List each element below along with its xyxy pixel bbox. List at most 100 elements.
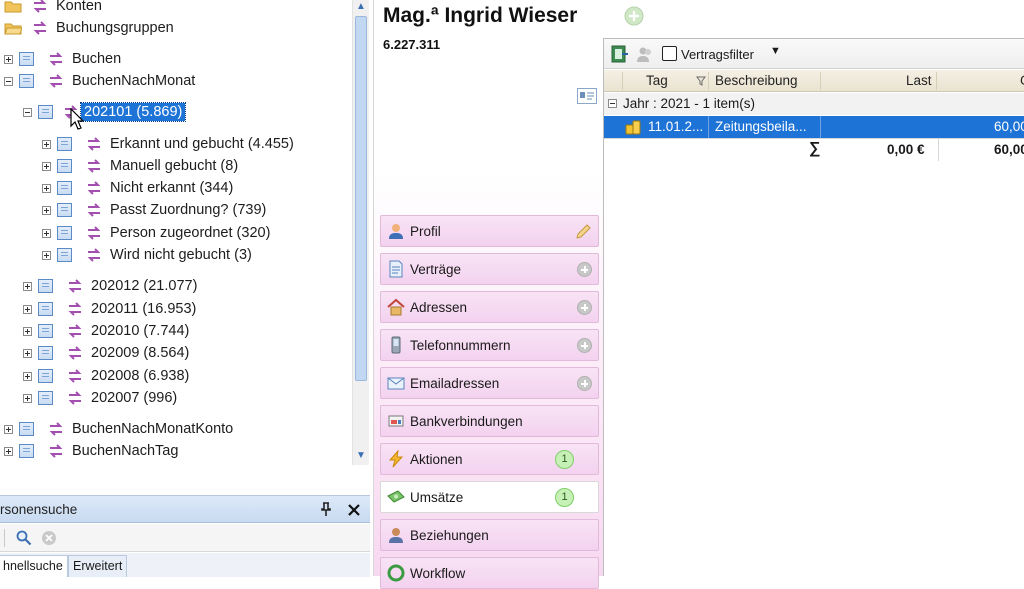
arrows-icon [33, 0, 47, 13]
close-icon[interactable] [347, 503, 361, 517]
nav-vertraege[interactable]: Verträge [380, 253, 599, 285]
tree-item-manuell-gebucht[interactable]: Manuell gebucht (8) [42, 155, 238, 177]
nav-emailadressen[interactable]: Emailadressen [380, 367, 599, 399]
expand-icon[interactable] [42, 183, 51, 193]
column-separator [622, 72, 623, 90]
tree-label: Buchungsgruppen [56, 20, 174, 36]
tab-schnellsuche[interactable]: hnellsuche [0, 555, 68, 577]
sum-other: 60,00 [994, 142, 1024, 157]
expand-icon[interactable] [23, 304, 32, 314]
clear-icon[interactable] [41, 530, 57, 546]
nav-beziehungen[interactable]: Beziehungen [380, 519, 599, 551]
tree-item-buchen-nach-monat-konto[interactable]: BuchenNachMonatKonto [4, 418, 233, 440]
filter-icon[interactable] [696, 76, 706, 86]
tree-item-person-zugeordnet[interactable]: Person zugeordnet (320) [42, 222, 270, 244]
export-icon[interactable] [611, 45, 629, 63]
expand-icon[interactable] [23, 348, 32, 358]
tree-item-buchen-nach-monat[interactable]: BuchenNachMonat [4, 70, 195, 92]
tab-erweitert[interactable]: Erweitert [68, 555, 128, 577]
table-row[interactable]: 11.01.2... Zeitungsbeila... 60,00 [604, 116, 1024, 138]
nav-umsaetze[interactable]: Umsätze 1 [380, 481, 599, 513]
nav-bankverbindungen[interactable]: Bankverbindungen [380, 405, 599, 437]
tree-item-buchungsgruppen[interactable]: Buchungsgruppen [4, 17, 174, 39]
expand-icon[interactable] [42, 250, 51, 260]
column-gutschrift[interactable]: G [1020, 73, 1024, 88]
pin-icon[interactable] [320, 502, 332, 516]
tree-item-202009[interactable]: 202009 (8.564) [23, 342, 189, 364]
collapse-icon[interactable] [23, 107, 32, 117]
nav-label: Adressen [410, 299, 468, 315]
scrollbar-thumb[interactable] [355, 16, 367, 381]
collapse-icon[interactable] [4, 76, 13, 86]
count-badge: 1 [555, 488, 574, 507]
grid-icon [38, 391, 53, 405]
arrows-icon [68, 391, 82, 405]
add-circle-icon[interactable] [577, 300, 592, 315]
expand-icon[interactable] [42, 205, 51, 215]
nav-label: Aktionen [410, 451, 463, 467]
add-circle-icon[interactable] [577, 338, 592, 353]
grid-icon [19, 52, 34, 66]
vertragsfilter-checkbox[interactable] [662, 46, 677, 61]
expand-icon[interactable] [23, 371, 32, 381]
grid-icon [38, 369, 53, 383]
tree-item-202101[interactable]: 202101 (5.869) [23, 101, 187, 123]
pencil-icon[interactable] [575, 223, 592, 240]
tree-item-202010[interactable]: 202010 (7.744) [23, 320, 189, 342]
people-icon [389, 528, 403, 543]
add-circle-icon[interactable] [624, 6, 644, 26]
column-last[interactable]: Last [906, 73, 932, 88]
tree-item-202012[interactable]: 202012 (21.077) [23, 275, 197, 297]
nav-telefonnummern[interactable]: Telefonnummern [380, 329, 599, 361]
tree-item-202007[interactable]: 202007 (996) [23, 387, 177, 409]
tree-item-wird-nicht-gebucht[interactable]: Wird nicht gebucht (3) [42, 244, 252, 266]
nav-label: Bankverbindungen [410, 413, 523, 429]
tree-item-buchen-nach-tag[interactable]: BuchenNachTag [4, 440, 178, 462]
panel-title: rsonensuche [0, 502, 78, 517]
tree-item-nicht-erkannt[interactable]: Nicht erkannt (344) [42, 177, 233, 199]
search-tabs: hnellsuche Erweitert [0, 553, 370, 577]
expand-icon[interactable] [23, 393, 32, 403]
nav-workflow[interactable]: Workflow [380, 557, 599, 589]
nav-aktionen[interactable]: Aktionen 1 [380, 443, 599, 475]
expand-icon[interactable] [4, 54, 13, 64]
add-circle-icon[interactable] [577, 376, 592, 391]
group-row[interactable]: Jahr : 2021 - 1 item(s) [604, 93, 1024, 115]
users-icon[interactable] [636, 45, 654, 63]
column-separator [936, 72, 937, 90]
expand-icon[interactable] [23, 326, 32, 336]
nav-profil[interactable]: Profil [380, 215, 599, 247]
tree-item-202011[interactable]: 202011 (16.953) [23, 298, 196, 320]
expand-icon[interactable] [42, 139, 51, 149]
arrows-icon [68, 369, 82, 383]
expand-icon[interactable] [42, 161, 51, 171]
cell-tag: 11.01.2... [648, 119, 704, 134]
expand-icon[interactable] [4, 424, 13, 434]
id-card-icon[interactable] [577, 88, 597, 104]
expand-icon[interactable] [23, 281, 32, 291]
tree-item-erkannt-gebucht[interactable]: Erkannt und gebucht (4.455) [42, 133, 294, 155]
search-icon[interactable] [16, 530, 32, 546]
scroll-down-icon[interactable]: ▼ [355, 450, 367, 462]
tree-scrollbar[interactable]: ▲ ▼ [352, 0, 369, 465]
folder-icon [4, 1, 22, 13]
expand-icon[interactable] [4, 446, 13, 456]
scroll-up-icon[interactable]: ▲ [355, 1, 367, 13]
column-beschreibung[interactable]: Beschreibung [715, 73, 798, 88]
envelope-icon [387, 377, 405, 390]
add-circle-icon[interactable] [577, 262, 592, 277]
tree-item-passt-zuordnung[interactable]: Passt Zuordnung? (739) [42, 199, 266, 221]
search-toolbar [0, 524, 370, 552]
tree-item-202008[interactable]: 202008 (6.938) [23, 365, 189, 387]
expand-icon[interactable] [42, 228, 51, 238]
column-tag[interactable]: Tag [646, 73, 668, 88]
column-separator [820, 72, 821, 90]
grid-icon [19, 422, 34, 436]
tree-item-buchen[interactable]: Buchen [4, 48, 121, 70]
grid-icon [57, 226, 72, 240]
nav-adressen[interactable]: Adressen [380, 291, 599, 323]
grid-icon [57, 181, 72, 195]
tree-item-konten[interactable]: Konten [4, 0, 102, 17]
collapse-icon[interactable] [608, 99, 617, 108]
dropdown-arrow-icon[interactable]: ▼ [770, 45, 781, 57]
